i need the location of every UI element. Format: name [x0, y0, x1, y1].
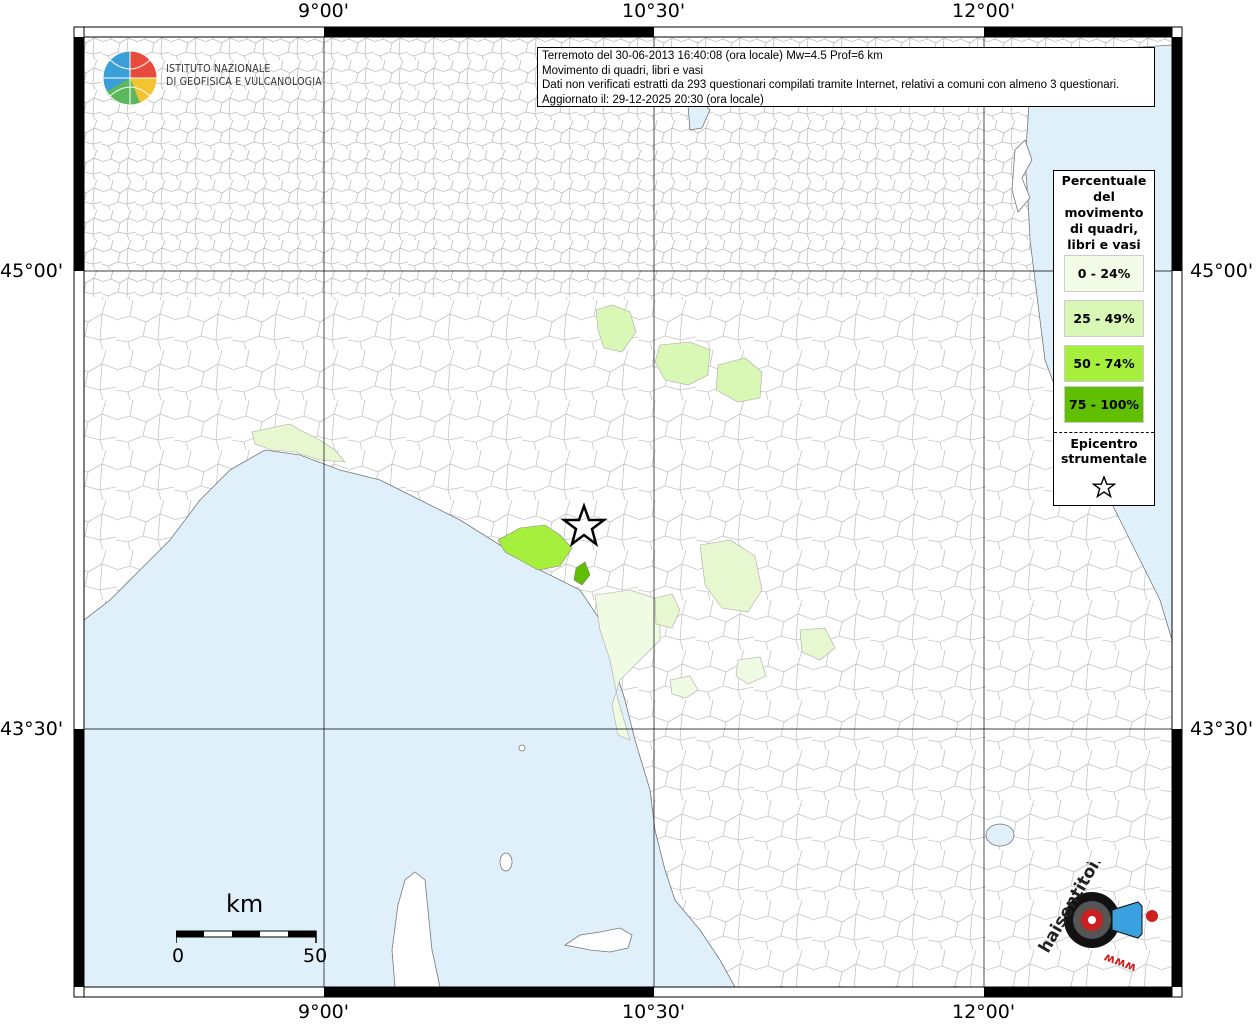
legend-title: Percentuale del movimento di quadri, lib… [1061, 173, 1147, 252]
scale-start: 0 [172, 945, 185, 967]
scale-bar-graphic [176, 930, 317, 943]
island-gorgona [518, 744, 526, 752]
legend-class-25-49: 25 - 49% [1064, 300, 1144, 337]
island-capraia [499, 852, 513, 872]
lon-tick-top-2: 10°30' [622, 0, 686, 22]
lon-tick-top-1: 9°00' [298, 0, 349, 22]
lon-tick-bottom-2: 10°30' [622, 1001, 686, 1023]
lat-tick-left-2: 43°30' [0, 718, 64, 740]
lat-tick-left-1: 45°00' [0, 260, 64, 282]
event-data-note: Dati non verificati estratti da 293 ques… [542, 79, 1120, 91]
ingv-logo: ISTITUTO NAZIONALE DI GEOFISICA E VULCAN… [100, 48, 322, 110]
scale-end: 50 [303, 945, 328, 967]
event-updated: Aggiornato il: 29-12-2025 20:30 (ora loc… [542, 93, 764, 106]
legend-class-75-100: 75 - 100% [1064, 386, 1144, 423]
legend-star-icon [1092, 476, 1116, 498]
legend-separator [1054, 432, 1154, 433]
sentito-www: www [1102, 951, 1138, 976]
lat-tick-right-2: 43°30' [1190, 718, 1254, 740]
logo-line-1: ISTITUTO NAZIONALE [166, 63, 271, 75]
scale-bar: km 0 50 [170, 890, 340, 970]
event-info-box: Terremoto del 30-06-2013 16:40:08 (ora l… [537, 47, 1155, 107]
legend-class-0-24: 0 - 24% [1064, 255, 1144, 292]
logo-line-2: DI GEOFISICA E VULCANOLOGIA [166, 76, 322, 88]
haisentitoilterremoto-logo: haisentitoilterremoto.it www [1034, 751, 1174, 982]
legend-class-50-74: 50 - 74% [1064, 345, 1144, 382]
lat-tick-right-1: 45°00' [1190, 260, 1254, 282]
target-icon: haisentitoilterremoto.it www [1035, 751, 1165, 976]
scale-unit: km [226, 890, 264, 918]
lon-tick-bottom-3: 12°00' [952, 1001, 1016, 1023]
event-title: Terremoto del 30-06-2013 16:40:08 (ora l… [542, 50, 883, 62]
lon-tick-top-3: 12°00' [952, 0, 1016, 22]
event-parameter: Movimento di quadri, libri e vasi [542, 64, 704, 77]
page: 9°00' 10°30' 12°00' 9°00' 10°30' 12°00' … [0, 0, 1256, 1024]
legend: Percentuale del movimento di quadri, lib… [1053, 170, 1155, 506]
legend-epicenter-label: Epicentro strumentale [1060, 436, 1148, 466]
lon-tick-bottom-1: 9°00' [298, 1001, 349, 1023]
lake-trasimeno [985, 823, 1015, 847]
